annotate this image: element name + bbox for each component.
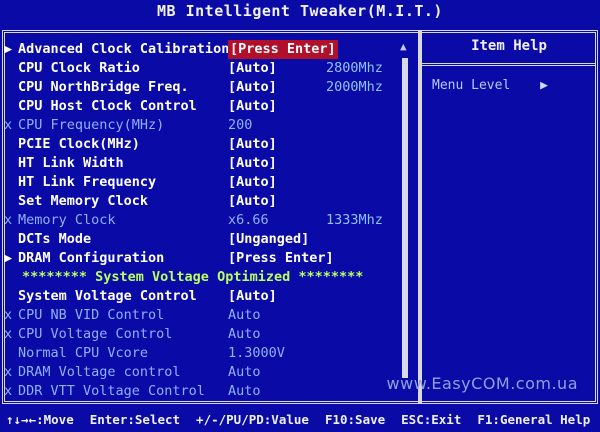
setting-label: CPU Clock Ratio bbox=[18, 60, 140, 76]
setting-value[interactable]: [Auto] bbox=[228, 154, 277, 173]
setting-label: DRAM Configuration bbox=[18, 250, 165, 266]
submenu-arrow-icon: ▶ bbox=[4, 250, 13, 266]
submenu-arrow-icon: ▶ bbox=[4, 41, 13, 57]
setting-row: Normal CPU Vcore 1.3000V bbox=[0, 344, 418, 363]
setting-value[interactable]: [Auto] bbox=[228, 173, 277, 192]
setting-label: DRAM Voltage control bbox=[18, 364, 181, 380]
disabled-mark: x bbox=[4, 326, 13, 342]
frequency-readout: 2000Mhz bbox=[326, 79, 383, 95]
setting-row[interactable]: Set Memory Clock [Auto] bbox=[0, 192, 418, 211]
setting-row[interactable]: ▶ Advanced Clock Calibration [Press Enter] bbox=[0, 40, 418, 59]
scrollbar[interactable]: ▲ bbox=[400, 40, 410, 386]
setting-row[interactable]: DCTs Mode [Unganged] bbox=[0, 230, 418, 249]
setting-row: x Memory Clock x6.66 1333Mhz bbox=[0, 211, 418, 230]
menu-level-label: Menu Level bbox=[432, 78, 511, 93]
disabled-mark: x bbox=[4, 307, 13, 323]
setting-label: System Voltage Control bbox=[18, 288, 197, 304]
setting-row[interactable]: CPU NorthBridge Freq. [Auto] 2000Mhz bbox=[0, 78, 418, 97]
key-hint: F1:General Help bbox=[477, 411, 591, 427]
setting-value: 1.3000V bbox=[228, 345, 285, 361]
setting-label: CPU NorthBridge Freq. bbox=[18, 79, 189, 95]
scroll-up-arrow-icon[interactable]: ▲ bbox=[400, 40, 407, 53]
setting-value[interactable]: [Auto] bbox=[228, 78, 277, 97]
setting-value: Auto bbox=[228, 307, 261, 323]
key-hint: ESC:Exit bbox=[401, 411, 462, 427]
section-header: ******** System Voltage Optimized ******… bbox=[0, 268, 418, 287]
setting-label: DDR VTT Voltage Control bbox=[18, 383, 205, 399]
setting-label: HT Link Frequency bbox=[18, 174, 157, 190]
setting-label: CPU NB VID Control bbox=[18, 307, 165, 323]
setting-value: Auto bbox=[228, 364, 261, 380]
setting-row[interactable]: CPU Clock Ratio [Auto] 2800Mhz bbox=[0, 59, 418, 78]
setting-value: 200 bbox=[228, 117, 253, 133]
item-help-title: Item Help bbox=[471, 38, 547, 54]
setting-label: ******** System Voltage Optimized ******… bbox=[22, 269, 364, 285]
setting-row[interactable]: HT Link Frequency [Auto] bbox=[0, 173, 418, 192]
setting-label: CPU Voltage Control bbox=[18, 326, 173, 342]
setting-value[interactable]: [Press Enter] bbox=[228, 40, 338, 59]
frequency-readout: 1333Mhz bbox=[326, 212, 383, 228]
setting-row[interactable]: System Voltage Control [Auto] bbox=[0, 287, 418, 306]
setting-label: Memory Clock bbox=[18, 212, 116, 228]
page-title: MB Intelligent Tweaker(M.I.T.) bbox=[157, 2, 443, 20]
setting-value[interactable]: [Auto] bbox=[228, 135, 277, 154]
key-hint: ↑↓→←:Move bbox=[6, 411, 74, 427]
menu-level-indicator: Menu Level ▶ bbox=[432, 78, 548, 93]
setting-row: x CPU NB VID Control Auto bbox=[0, 306, 418, 325]
watermark: www.EasyCOM.com.ua bbox=[386, 374, 578, 393]
setting-value[interactable]: [Press Enter] bbox=[228, 249, 334, 268]
setting-row[interactable]: ▶ DRAM Configuration [Press Enter] bbox=[0, 249, 418, 268]
setting-value[interactable]: [Unganged] bbox=[228, 230, 309, 249]
key-help-bar: ↑↓→←:Move Enter:Select +/-/PU/PD:Value F10:… bbox=[0, 406, 600, 432]
setting-row: x DDR VTT Voltage Control Auto bbox=[0, 382, 418, 401]
setting-label: HT Link Width bbox=[18, 155, 124, 171]
scroll-track[interactable] bbox=[402, 58, 408, 378]
disabled-mark: x bbox=[4, 383, 13, 399]
setting-value: Auto bbox=[228, 326, 261, 342]
setting-label: CPU Host Clock Control bbox=[18, 98, 197, 114]
setting-value: Auto bbox=[228, 383, 261, 399]
setting-row[interactable]: CPU Host Clock Control [Auto] bbox=[0, 97, 418, 116]
key-hint: Enter:Select bbox=[89, 411, 181, 427]
disabled-mark: x bbox=[4, 364, 13, 380]
help-separator bbox=[422, 63, 596, 66]
setting-label: PCIE Clock(MHz) bbox=[18, 136, 140, 152]
disabled-mark: x bbox=[4, 212, 13, 228]
setting-row[interactable]: HT Link Width [Auto] bbox=[0, 154, 418, 173]
setting-row: x DRAM Voltage control Auto bbox=[0, 363, 418, 382]
panel-divider bbox=[418, 30, 422, 404]
settings-list: ▶ Advanced Clock Calibration [Press Enter]… bbox=[0, 40, 418, 401]
setting-value[interactable]: [Auto] bbox=[228, 192, 277, 211]
setting-row: x CPU Frequency(MHz) 200 bbox=[0, 116, 418, 135]
setting-label: DCTs Mode bbox=[18, 231, 92, 247]
key-hint: F10:Save bbox=[324, 411, 386, 427]
setting-row: x CPU Voltage Control Auto bbox=[0, 325, 418, 344]
setting-value[interactable]: [Auto] bbox=[228, 287, 277, 306]
setting-row[interactable]: PCIE Clock(MHz) [Auto] bbox=[0, 135, 418, 154]
frequency-readout: 2800Mhz bbox=[326, 60, 383, 76]
key-hint: +/-/PU/PD:Value bbox=[196, 411, 309, 427]
setting-value[interactable]: [Auto] bbox=[228, 59, 277, 78]
setting-value[interactable]: [Auto] bbox=[228, 97, 277, 116]
setting-label: Set Memory Clock bbox=[18, 193, 149, 209]
setting-label: CPU Frequency(MHz) bbox=[18, 117, 165, 133]
setting-label: Normal CPU Vcore bbox=[18, 345, 149, 361]
right-triangle-icon: ▶ bbox=[540, 78, 548, 93]
setting-value: x6.66 bbox=[228, 212, 269, 228]
setting-label: Advanced Clock Calibration bbox=[18, 41, 230, 57]
disabled-mark: x bbox=[4, 117, 13, 133]
